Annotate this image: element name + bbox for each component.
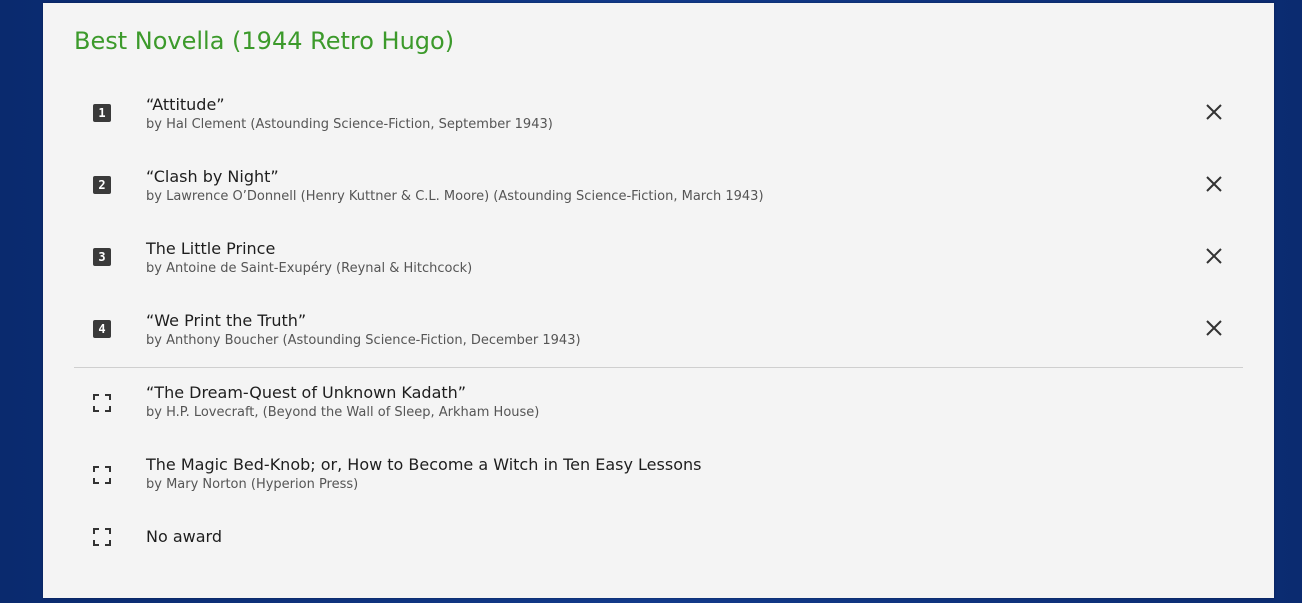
rank-badge: 2 xyxy=(93,176,111,194)
no-award-item[interactable]: No award xyxy=(43,507,1274,567)
category-title: Best Novella (1944 Retro Hugo) xyxy=(74,27,455,55)
work-title: The Little Prince xyxy=(146,239,276,258)
work-title: “We Print the Truth” xyxy=(146,311,307,330)
work-byline: by Mary Norton (Hyperion Press) xyxy=(146,477,359,492)
work-title: “Attitude” xyxy=(146,95,225,114)
work-title: “The Dream-Quest of Unknown Kadath” xyxy=(146,383,467,402)
work-byline: by Antoine de Saint-Exupéry (Reynal & Hi… xyxy=(146,261,473,276)
work-byline: by Anthony Boucher (Astounding Science-F… xyxy=(146,333,581,348)
ranked-item[interactable]: 4 “We Print the Truth” by Anthony Bouche… xyxy=(43,303,1274,363)
work-title: No award xyxy=(146,527,222,546)
ranked-divider xyxy=(74,367,1243,368)
ranked-item[interactable]: 3 The Little Prince by Antoine de Saint-… xyxy=(43,231,1274,291)
ranked-item[interactable]: 1 “Attitude” by Hal Clement (Astounding … xyxy=(43,87,1274,147)
empty-slot-icon xyxy=(93,528,111,546)
unranked-item[interactable]: “The Dream-Quest of Unknown Kadath” by H… xyxy=(43,375,1274,435)
close-icon[interactable] xyxy=(1204,102,1224,122)
rank-badge: 1 xyxy=(93,104,111,122)
work-title: “Clash by Night” xyxy=(146,167,279,186)
empty-slot-icon xyxy=(93,466,111,484)
work-byline: by Lawrence O’Donnell (Henry Kuttner & C… xyxy=(146,189,764,204)
close-icon[interactable] xyxy=(1204,318,1224,338)
work-byline: by Hal Clement (Astounding Science-Ficti… xyxy=(146,117,553,132)
rank-badge: 4 xyxy=(93,320,111,338)
ballot-card: Best Novella (1944 Retro Hugo) 1 “Attitu… xyxy=(43,3,1274,598)
work-title: The Magic Bed-Knob; or, How to Become a … xyxy=(146,455,702,474)
unranked-item[interactable]: The Magic Bed-Knob; or, How to Become a … xyxy=(43,447,1274,507)
rank-badge: 3 xyxy=(93,248,111,266)
close-icon[interactable] xyxy=(1204,246,1224,266)
close-icon[interactable] xyxy=(1204,174,1224,194)
work-byline: by H.P. Lovecraft, (Beyond the Wall of S… xyxy=(146,405,540,420)
empty-slot-icon xyxy=(93,394,111,412)
ranked-item[interactable]: 2 “Clash by Night” by Lawrence O’Donnell… xyxy=(43,159,1274,219)
